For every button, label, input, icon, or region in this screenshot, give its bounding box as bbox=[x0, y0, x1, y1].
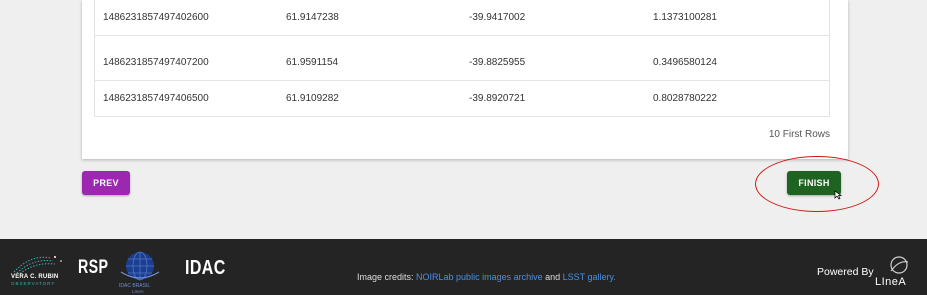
table-row: 1486231857497402600 61.9147238 -39.94170… bbox=[95, 0, 829, 36]
table-cell-value: 1.1373100281 bbox=[653, 12, 717, 23]
rsp-logo: RSP bbox=[78, 257, 109, 278]
footer: VERA C. RUBIN OBSERVATORY RSP IDAC BRASI… bbox=[0, 239, 927, 295]
table-cell-ra: 61.9147238 bbox=[286, 12, 339, 23]
table-cell-ra: 61.9591154 bbox=[286, 57, 339, 68]
table-cell-dec: -39.8825955 bbox=[469, 57, 526, 68]
table-cell-value: 0.8028780222 bbox=[653, 93, 717, 104]
idac-logo: IDAC bbox=[185, 257, 226, 279]
table-cell-ra: 61.9109282 bbox=[286, 93, 339, 104]
table-row: 1486231857497406500 61.9109282 -39.89207… bbox=[95, 81, 829, 117]
table-cell-id: 1486231857497402600 bbox=[103, 12, 209, 23]
table-cell-id: 1486231857497406500 bbox=[103, 93, 209, 104]
idac-brasil-logo: IDAC BRASIL LIneA bbox=[117, 250, 163, 294]
rubin-logo-subtext: OBSERVATORY bbox=[11, 281, 56, 286]
powered-by-label: Powered By bbox=[817, 266, 874, 278]
globe-icon bbox=[120, 251, 160, 281]
credits-prefix: Image credits: bbox=[357, 272, 417, 282]
idac-brasil-subtext: LIneA bbox=[132, 289, 144, 294]
results-card: 1486231857497402600 61.9147238 -39.94170… bbox=[82, 0, 848, 159]
table-cell-id: 1486231857497407200 bbox=[103, 57, 209, 68]
results-table: 1486231857497402600 61.9147238 -39.94170… bbox=[94, 0, 830, 117]
image-credits: Image credits: NOIRLab public images arc… bbox=[357, 272, 616, 282]
cursor-icon bbox=[834, 190, 843, 200]
credits-and: and bbox=[542, 272, 563, 282]
table-row: 1486231857497407200 61.9591154 -39.88259… bbox=[95, 45, 829, 81]
lsst-gallery-link[interactable]: LSST gallery. bbox=[563, 272, 616, 282]
table-cell-dec: -39.8920721 bbox=[469, 93, 526, 104]
table-cell-dec: -39.9417002 bbox=[469, 12, 526, 23]
linea-logo[interactable]: LIneA bbox=[874, 256, 912, 290]
linea-globe-icon bbox=[890, 256, 909, 274]
rubin-observatory-logo: VERA C. RUBIN OBSERVATORY bbox=[11, 252, 73, 286]
table-cell-value: 0.3496580124 bbox=[653, 57, 717, 68]
rubin-logo-text: VERA C. RUBIN bbox=[11, 274, 59, 280]
noirlab-archive-link[interactable]: NOIRLab public images archive bbox=[416, 272, 543, 282]
prev-button[interactable]: PREV bbox=[82, 171, 130, 195]
rows-count-note: 10 First Rows bbox=[768, 129, 830, 140]
finish-highlight-ring bbox=[755, 156, 879, 212]
rubin-arc-icon bbox=[13, 256, 62, 274]
linea-logo-text: LIneA bbox=[875, 276, 907, 288]
